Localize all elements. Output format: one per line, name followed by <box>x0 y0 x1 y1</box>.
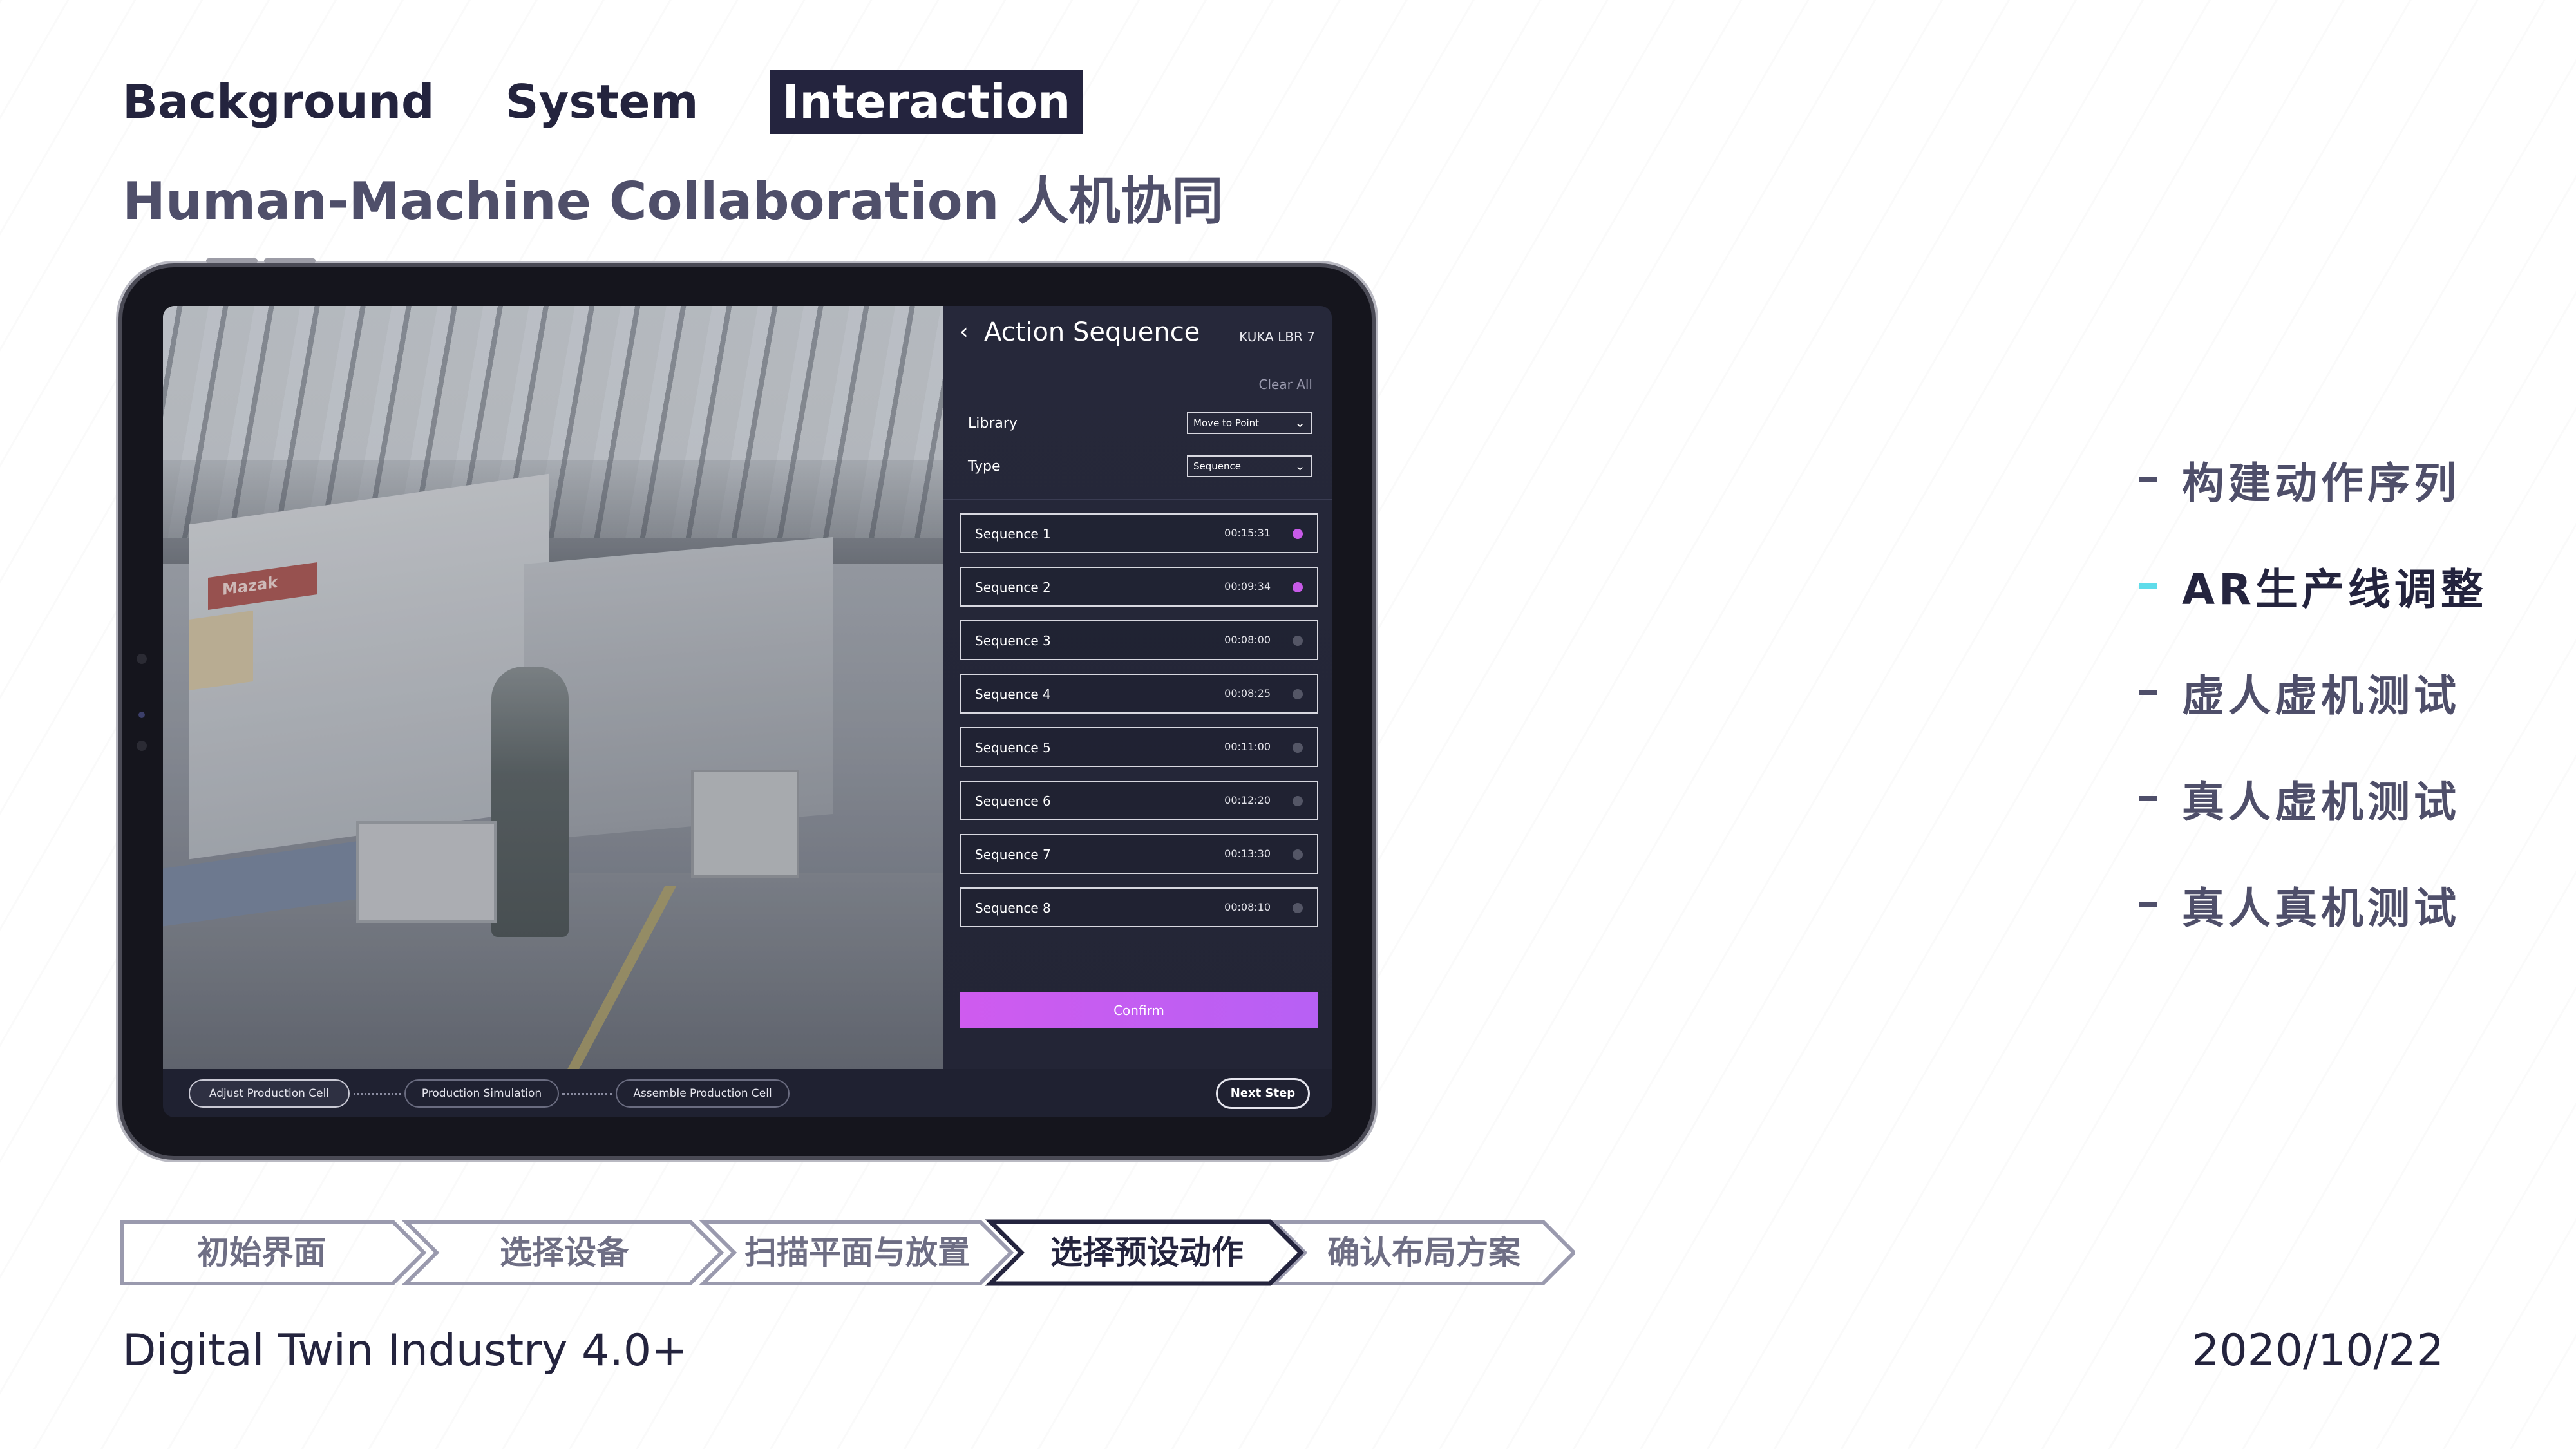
panel-divider <box>943 499 1332 500</box>
unselected-dot-icon <box>1293 636 1303 646</box>
phase-label: 虚人虚机测试 <box>2182 671 2460 721</box>
sequence-duration: 00:09:34 <box>1224 580 1271 592</box>
phase-item: 真人虚机测试 <box>2139 770 2460 828</box>
sequence-item[interactable]: Sequence 8 00:08:10 <box>960 887 1318 927</box>
phase-item: 虚人虚机测试 <box>2139 663 2460 721</box>
library-select[interactable]: Move to Point ⌄ <box>1187 412 1312 434</box>
nav-item-system[interactable]: System <box>506 70 699 134</box>
sequence-item[interactable]: Sequence 1 00:15:31 <box>960 513 1318 553</box>
step-connector <box>562 1093 612 1095</box>
action-sequence-panel: ‹ Action Sequence KUKA LBR 7 Clear All L… <box>943 306 1332 1069</box>
sequence-name: Sequence 6 <box>975 793 1051 809</box>
sequence-name: Sequence 1 <box>975 526 1051 542</box>
library-label: Library <box>968 415 1018 431</box>
tablet-camera-icon <box>137 654 147 664</box>
nav-item-interaction[interactable]: Interaction <box>769 70 1084 134</box>
dash-icon <box>2139 477 2157 482</box>
type-select-value: Sequence <box>1193 460 1241 472</box>
type-select[interactable]: Sequence ⌄ <box>1187 455 1312 477</box>
top-nav: Background System Interaction <box>122 70 1154 134</box>
sequence-item[interactable]: Sequence 2 00:09:34 <box>960 567 1318 607</box>
step-production-simulation[interactable]: Production Simulation <box>404 1079 559 1108</box>
type-label: Type <box>968 459 1001 475</box>
sequence-duration: 00:11:00 <box>1224 741 1271 753</box>
sequence-item[interactable]: Sequence 5 00:11:00 <box>960 727 1318 767</box>
tablet-screen: Mazak ‹ Action Sequence KUKA LBR 7 Clear… <box>163 306 1332 1117</box>
dash-icon <box>2139 690 2157 695</box>
process-flow: 初始界面 选择设备 扫描平面与放置 选择预设动作 确认布局方案 <box>120 1219 1575 1286</box>
library-select-value: Move to Point <box>1193 417 1260 429</box>
clear-all-button[interactable]: Clear All <box>1259 377 1312 392</box>
flow-step-4[interactable]: 选择预设动作 <box>1009 1219 1285 1286</box>
sequence-item[interactable]: Sequence 6 00:12:20 <box>960 781 1318 820</box>
sequence-duration: 00:08:25 <box>1224 687 1271 699</box>
sequence-name: Sequence 7 <box>975 847 1051 862</box>
sequence-name: Sequence 5 <box>975 740 1051 755</box>
device-name: KUKA LBR 7 <box>1239 329 1315 345</box>
sequence-duration: 00:15:31 <box>1224 527 1271 539</box>
unselected-dot-icon <box>1293 689 1303 699</box>
unselected-dot-icon <box>1293 849 1303 860</box>
sequence-item[interactable]: Sequence 7 00:13:30 <box>960 834 1318 874</box>
page-subtitle: Human-Machine Collaboration 人机协同 <box>122 171 1224 231</box>
step-assemble-production-cell[interactable]: Assemble Production Cell <box>616 1079 790 1108</box>
nav-item-background[interactable]: Background <box>122 70 435 134</box>
sequence-item[interactable]: Sequence 3 00:08:00 <box>960 620 1318 660</box>
chevron-down-icon: ⌄ <box>1294 458 1305 473</box>
unselected-dot-icon <box>1293 796 1303 806</box>
panel-title: Action Sequence <box>984 317 1200 347</box>
phase-label: 真人虚机测试 <box>2182 777 2460 827</box>
back-chevron-icon[interactable]: ‹ <box>960 319 969 345</box>
phase-label: 真人真机测试 <box>2182 884 2460 933</box>
unselected-dot-icon <box>1293 743 1303 753</box>
flow-step-3[interactable]: 扫描平面与放置 <box>719 1219 996 1286</box>
footer-project-name: Digital Twin Industry 4.0+ <box>122 1325 688 1376</box>
dash-icon <box>2139 796 2157 801</box>
step-connector <box>354 1093 401 1095</box>
tablet-hardware-button <box>264 258 316 263</box>
phase-item: 真人真机测试 <box>2139 876 2460 934</box>
flow-step-2[interactable]: 选择设备 <box>422 1219 706 1286</box>
next-step-button[interactable]: Next Step <box>1216 1078 1310 1109</box>
footer-date: 2020/10/22 <box>2192 1325 2444 1376</box>
dash-icon <box>2139 583 2157 589</box>
confirm-button[interactable]: Confirm <box>960 992 1318 1028</box>
tablet-hardware-button <box>206 258 258 263</box>
unselected-dot-icon <box>1293 903 1303 913</box>
photo-overlay <box>163 306 943 1069</box>
phase-item-active: AR生产线调整 <box>2139 557 2487 615</box>
phase-label: 构建动作序列 <box>2182 459 2460 508</box>
step-adjust-production-cell[interactable]: Adjust Production Cell <box>189 1079 350 1108</box>
sequence-name: Sequence 8 <box>975 900 1051 916</box>
sequence-name: Sequence 3 <box>975 633 1051 649</box>
sequence-duration: 00:12:20 <box>1224 794 1271 806</box>
selected-dot-icon <box>1293 582 1303 592</box>
tablet-sensor-icon <box>138 712 145 718</box>
phase-label: AR生产线调整 <box>2182 565 2487 614</box>
sequence-name: Sequence 4 <box>975 687 1051 702</box>
flow-step-1[interactable]: 初始界面 <box>120 1219 403 1286</box>
sequence-duration: 00:08:10 <box>1224 901 1271 913</box>
tablet-mockup: Mazak ‹ Action Sequence KUKA LBR 7 Clear… <box>122 258 1372 1156</box>
dash-icon <box>2139 902 2157 907</box>
selected-dot-icon <box>1293 529 1303 539</box>
chevron-down-icon: ⌄ <box>1294 415 1305 430</box>
sequence-name: Sequence 2 <box>975 580 1051 595</box>
workflow-bar: Adjust Production Cell Production Simula… <box>163 1069 1332 1117</box>
ar-camera-feed[interactable]: Mazak <box>163 306 943 1069</box>
flow-step-5[interactable]: 确认布局方案 <box>1292 1219 1556 1286</box>
tablet-camera-icon <box>137 741 147 751</box>
sequence-duration: 00:13:30 <box>1224 848 1271 860</box>
sequence-item[interactable]: Sequence 4 00:08:25 <box>960 674 1318 714</box>
sequence-duration: 00:08:00 <box>1224 634 1271 646</box>
phase-item: 构建动作序列 <box>2139 451 2460 509</box>
